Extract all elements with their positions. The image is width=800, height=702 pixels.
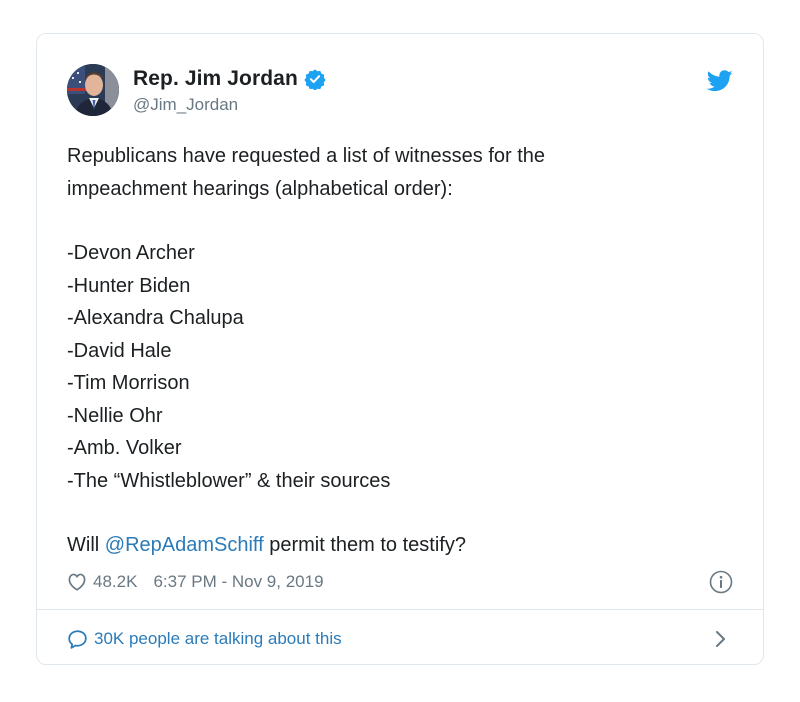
witness-item: -Hunter Biden: [67, 274, 191, 297]
witness-item: -Alexandra Chalupa: [67, 307, 244, 329]
witness-item: -Devon Archer: [67, 242, 195, 264]
twitter-bird-icon[interactable]: [706, 70, 733, 92]
chevron-right-icon[interactable]: [715, 630, 727, 648]
conversation-link[interactable]: 30K people are talking about this: [67, 624, 733, 654]
info-icon[interactable]: [709, 570, 733, 594]
display-name[interactable]: Rep. Jim Jordan: [133, 67, 298, 91]
author-names: Rep. Jim Jordan @Jim_Jordan: [133, 66, 326, 115]
tweet-text-line: impeachment hearings (alphabetical order…: [67, 177, 453, 200]
mention-link[interactable]: @RepAdamSchiff: [105, 534, 264, 556]
closing-line: Will @RepAdamSchiff permit them to testi…: [67, 529, 727, 562]
heart-icon[interactable]: [67, 573, 87, 591]
witness-item: -Amb. Volker: [67, 437, 182, 459]
tweet-header: Rep. Jim Jordan @Jim_Jordan: [67, 64, 733, 120]
tweet-text: Republicans have requested a list of wit…: [67, 140, 727, 562]
conversation-text[interactable]: 30K people are talking about this: [94, 629, 342, 649]
divider: [37, 609, 763, 610]
tweet-timestamp[interactable]: 6:37 PM - Nov 9, 2019: [153, 572, 323, 592]
verified-badge-icon: [304, 68, 326, 91]
tweet-text-line: Republicans have requested a list of wit…: [67, 145, 546, 167]
speech-bubble-icon: [67, 629, 88, 650]
closing-prefix: Will: [67, 534, 105, 556]
tweet-card: Rep. Jim Jordan @Jim_Jordan Republicans …: [36, 33, 764, 665]
witness-item: -David Hale: [67, 339, 172, 362]
avatar[interactable]: [67, 64, 119, 116]
closing-suffix: permit them to testify?: [263, 534, 466, 556]
display-name-row: Rep. Jim Jordan: [133, 66, 326, 92]
tweet-meta: 48.2K 6:37 PM - Nov 9, 2019: [67, 568, 733, 596]
witness-item: -The “Whistleblower” & their sources: [67, 469, 391, 492]
witness-item: -Tim Morrison: [67, 372, 190, 394]
like-count[interactable]: 48.2K: [93, 572, 137, 592]
witness-item: -Nellie Ohr: [67, 404, 163, 427]
author-handle[interactable]: @Jim_Jordan: [133, 95, 326, 115]
